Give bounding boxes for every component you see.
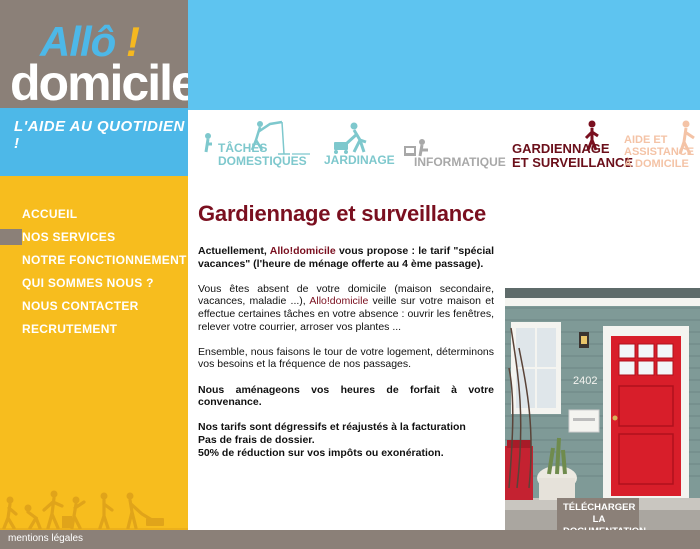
- service-label-line1: AIDE ET: [624, 134, 668, 146]
- main-nav: Accueil Nos services Notre fonctionnemen…: [0, 206, 188, 344]
- nav-item-nos-services[interactable]: Nos services: [0, 229, 188, 245]
- footer-bar: mentions légales: [0, 530, 700, 549]
- brand-name: Allo!domicile: [269, 245, 336, 257]
- brand-name: Allo!domicile: [309, 295, 369, 308]
- paragraph-forfait: Nous aménageons vos heures de forfait à …: [198, 383, 494, 409]
- legal-notice-link[interactable]: mentions légales: [8, 533, 83, 544]
- house-number: 2402: [573, 375, 597, 387]
- worker-silhouettes-icon: [0, 490, 188, 530]
- service-label-line1: GARDIENNAGE: [512, 141, 610, 156]
- paragraph-offer: Actuellement, Allo!domicile vous propose…: [198, 245, 494, 270]
- service-link-aide-assistance[interactable]: AIDE ET ASSISTANCE À DOMICILE: [624, 120, 700, 172]
- service-link-taches-domestiques[interactable]: TÂCHES DOMESTIQUES: [200, 120, 312, 172]
- paragraph-tour: Ensemble, nous faisons le tour de votre …: [198, 345, 494, 371]
- service-link-jardinage[interactable]: JARDINAGE: [324, 120, 395, 172]
- top-banner: [188, 0, 700, 110]
- article-body: Actuellement, Allo!domicile vous propose…: [198, 245, 494, 472]
- nav-item-accueil[interactable]: Accueil: [0, 206, 188, 222]
- paragraph-absence: Vous êtes absent de votre domicile (mais…: [198, 282, 494, 333]
- service-label-line1: JARDINAGE: [324, 153, 395, 167]
- download-label-line1: Télécharger la: [563, 502, 636, 525]
- service-label-line2: DOMESTIQUES: [218, 154, 307, 168]
- computer-figure-icon: [404, 139, 428, 157]
- service-link-gardiennage[interactable]: GARDIENNAGE ET SURVEILLANCE: [510, 120, 633, 172]
- left-sidebar: Accueil Nos services Notre fonctionnemen…: [0, 176, 188, 530]
- house-door-photo: 2402: [505, 288, 700, 530]
- page-title: Gardiennage et surveillance: [198, 201, 487, 226]
- nav-item-nous-contacter[interactable]: Nous contacter: [0, 298, 188, 314]
- service-label-line1: INFORMATIQUE: [414, 155, 506, 169]
- logo-domicile: domicile: [10, 55, 199, 111]
- nav-item-recrutement[interactable]: Recrutement: [0, 321, 188, 337]
- download-documentation-button[interactable]: Télécharger ladocumentation: [557, 498, 646, 537]
- nav-item-notre-fonctionnement[interactable]: Notre fonctionnement: [0, 252, 188, 268]
- service-label-line1: TÂCHES: [218, 141, 268, 155]
- logo-tagline: L'AIDE AU QUOTIDIEN !: [14, 118, 185, 152]
- service-label-line3: À DOMICILE: [624, 158, 689, 170]
- paragraph-tarifs: Nos tarifs sont dégressifs et réajustés …: [198, 421, 466, 459]
- service-label-line2: ET SURVEILLANCE: [512, 155, 634, 170]
- service-label-line2: ASSISTANCE: [624, 146, 695, 158]
- service-nav: TÂCHES DOMESTIQUES JARDINAGE INFORMATIQUE: [188, 110, 700, 176]
- site-logo[interactable]: Allô ! domicile L'AIDE AU QUOTIDIEN !: [0, 0, 199, 176]
- nav-item-qui-sommes-nous[interactable]: Qui sommes nous ?: [0, 275, 188, 291]
- service-link-informatique[interactable]: INFORMATIQUE: [400, 120, 506, 172]
